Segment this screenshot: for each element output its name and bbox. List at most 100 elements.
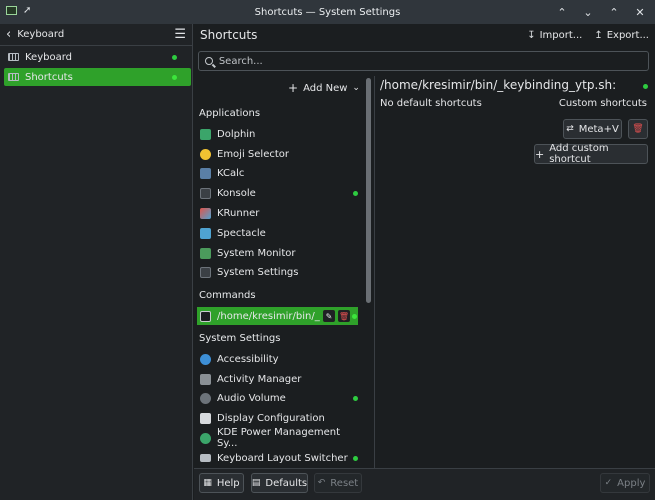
back-arrow-icon[interactable]: ‹ [6, 27, 11, 42]
list-item-label: KCalc [217, 167, 245, 179]
search-box[interactable] [198, 51, 649, 71]
modified-indicator [353, 395, 358, 401]
keyboard-icon [200, 454, 211, 462]
search-input[interactable] [218, 55, 648, 67]
page-header: Shortcuts ↧ Import... ↥ Export... [194, 24, 655, 46]
remove-shortcut-button[interactable]: 🗑 [628, 119, 648, 139]
add-new-button[interactable]: + Add New ⌄ [288, 79, 360, 97]
list-item-emoji-selector[interactable]: Emoji Selector [197, 145, 358, 163]
list-item-label: Keyboard Layout Switcher [217, 452, 348, 464]
sidebar-header: ‹ Keyboard ☰ [0, 24, 192, 46]
list-item-activity-manager[interactable]: Activity Manager [197, 370, 358, 388]
minimize-icon[interactable]: ⌄ [579, 3, 597, 21]
import-button[interactable]: ↧ Import... [527, 30, 582, 41]
audio-volume-icon [200, 392, 211, 404]
list-item-keyboard-layout-switcher[interactable]: Keyboard Layout Switcher [197, 449, 358, 467]
import-icon: ↧ [527, 29, 536, 41]
help-label: Help [216, 477, 240, 489]
delete-icon[interactable]: 🗑 [338, 310, 350, 322]
undo-icon: ↶ [317, 478, 326, 488]
list-item-dolphin[interactable]: Dolphin [197, 125, 358, 143]
export-button[interactable]: ↥ Export... [594, 30, 649, 41]
sidebar-item-label: Shortcuts [25, 71, 73, 83]
list-item-spectacle[interactable]: Spectacle [197, 224, 358, 242]
trash-icon: 🗑 [632, 124, 644, 134]
plus-icon: + [535, 147, 545, 161]
checkmark-icon: ✓ [604, 478, 613, 488]
add-custom-shortcut-button[interactable]: + Add custom shortcut [534, 143, 648, 165]
plus-icon: + [288, 81, 299, 95]
title-bar: ➚ Shortcuts — System Settings ⌃ ⌄ ⌃ ✕ [0, 0, 655, 24]
reset-button[interactable]: ↶ Reset [314, 473, 362, 493]
list-item-label: Konsole [217, 187, 256, 199]
list-item-label: System Monitor [217, 247, 296, 259]
page-title: Shortcuts [200, 28, 258, 42]
list-item-system-settings[interactable]: System Settings [197, 263, 358, 281]
list-item-accessibility[interactable]: Accessibility [197, 350, 358, 368]
konsole-icon [200, 187, 211, 199]
kcalc-icon [200, 167, 211, 179]
maximize-icon[interactable]: ⌃ [605, 3, 623, 21]
defaults-label: Defaults [265, 477, 308, 489]
list-item-label: System Settings [217, 266, 299, 278]
chevron-down-icon: ⌄ [352, 83, 360, 93]
emoji-icon [200, 148, 211, 160]
list-item-label: Display Configuration [217, 412, 325, 424]
help-icon: ▦ [203, 478, 212, 488]
list-item-label: Dolphin [217, 128, 256, 140]
list-item-konsole[interactable]: Konsole [197, 184, 358, 202]
sidebar: ‹ Keyboard ☰ [0, 24, 193, 500]
list-scrollbar[interactable] [364, 76, 373, 468]
list-item-label: KRunner [217, 207, 260, 219]
app-icon[interactable] [6, 6, 17, 15]
krunner-icon [200, 207, 211, 219]
system-monitor-icon [200, 247, 211, 259]
sidebar-item-shortcuts[interactable]: Shortcuts [4, 68, 191, 86]
sidebar-item-label: Keyboard [25, 51, 73, 63]
list-item-label: Accessibility [217, 353, 279, 365]
help-button[interactable]: ▦ Help [199, 473, 244, 493]
sidebar-item-keyboard[interactable]: Keyboard [4, 48, 191, 66]
close-icon[interactable]: ✕ [631, 3, 649, 21]
command-icon [200, 310, 211, 322]
hamburger-menu-icon[interactable]: ☰ [174, 27, 186, 42]
shortcut-label: Meta+V [578, 123, 619, 135]
detail-title: /home/kresimir/bin/_keybinding_ytp.sh: [380, 78, 617, 92]
modified-indicator [643, 84, 648, 89]
modified-indicator [172, 74, 177, 80]
defaults-button[interactable]: ▤ Defaults [251, 473, 308, 493]
search-icon [205, 57, 213, 65]
edit-icon[interactable]: ✎ [323, 310, 335, 322]
export-label: Export... [606, 29, 649, 41]
list-item-label: /home/kresimir/bin/_... [217, 310, 320, 322]
section-heading-applications: Applications [199, 108, 261, 119]
shortcut-button[interactable]: ⇄ Meta+V [563, 119, 622, 139]
list-item-power-management[interactable]: KDE Power Management Sy... [197, 427, 358, 449]
import-label: Import... [539, 29, 583, 41]
list-item-display-configuration[interactable]: Display Configuration [197, 409, 358, 427]
scrollbar-thumb[interactable] [366, 78, 371, 303]
sidebar-back-label[interactable]: Keyboard [17, 29, 174, 40]
system-settings-icon [200, 266, 211, 278]
keyboard-icon [8, 73, 19, 81]
pin-icon[interactable]: ➚ [23, 5, 31, 16]
modified-indicator [172, 54, 177, 60]
modified-indicator [352, 313, 357, 319]
shortcut-change-icon: ⇄ [566, 124, 574, 134]
list-item-system-monitor[interactable]: System Monitor [197, 244, 358, 262]
modified-indicator [353, 455, 358, 461]
keep-above-icon[interactable]: ⌃ [553, 3, 571, 21]
apply-label: Apply [617, 477, 646, 489]
list-item-label: KDE Power Management Sy... [217, 427, 341, 449]
list-item-kcalc[interactable]: KCalc [197, 164, 358, 182]
footer-bar: ▦ Help ▤ Defaults ↶ Reset ✓ Apply [194, 468, 655, 500]
list-item-command[interactable]: /home/kresimir/bin/_... ✎ 🗑 [197, 307, 358, 325]
power-icon [200, 432, 211, 444]
list-item-audio-volume[interactable]: Audio Volume [197, 389, 358, 407]
list-item-krunner[interactable]: KRunner [197, 204, 358, 222]
keyboard-icon [8, 53, 19, 61]
activity-manager-icon [200, 373, 211, 385]
apply-button[interactable]: ✓ Apply [600, 473, 650, 493]
list-item-label: Spectacle [217, 227, 266, 239]
list-item-label: Emoji Selector [217, 148, 289, 160]
